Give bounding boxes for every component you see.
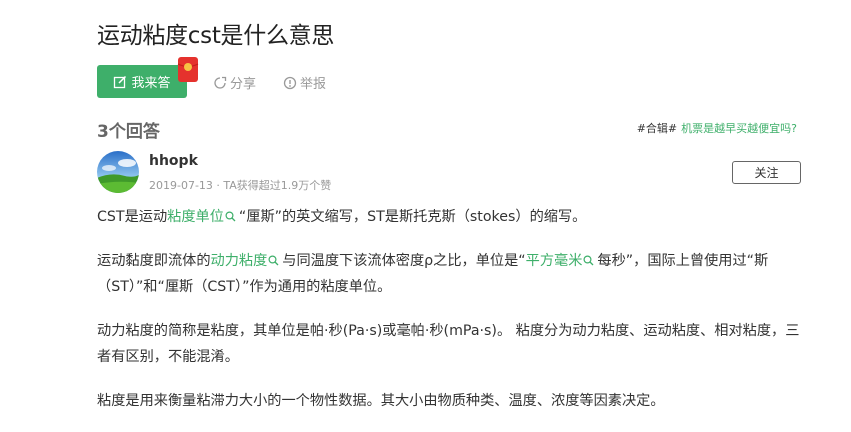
text-span: 运动黏度即流体的 [97, 253, 211, 269]
keyword-text: 动力粘度 [210, 253, 268, 269]
text-span: 与同温度下该流体密度ρ之比，单位是“ [282, 253, 526, 269]
share-icon [214, 76, 227, 89]
answer-button[interactable]: 我来答 [97, 65, 187, 98]
topic-link-text: 机票是越早买越便宜吗? [681, 122, 797, 135]
search-icon [225, 211, 236, 222]
text-span: CST是运动 [97, 209, 168, 225]
answer-paragraph: 粘度是用来衡量粘滞力大小的一个物性数据。其大小由物质种类、温度、浓度等因素决定。 [97, 393, 665, 409]
answer-paragraph: 运动黏度即流体的动力粘度 与同温度下该流体密度ρ之比，单位是“平方毫米 每秒”，国际… [97, 248, 807, 300]
avatar-image [97, 151, 139, 193]
report-icon [283, 76, 297, 89]
answer-paragraph: 动力粘度的简称是粘度，其单位是帕·秒(Pa·s)或毫帕·秒(mPa·s)。 粘度… [97, 323, 800, 365]
answer-content: CST是运动粘度单位 “厘斯”的英文缩写，ST是斯托克斯（stokes）的缩写。 … [97, 204, 807, 432]
keyword-text: 平方毫米 [525, 253, 583, 269]
report-button[interactable]: 举报 [283, 73, 326, 92]
follow-button[interactable]: 关注 [732, 161, 801, 184]
answer-button-label: 我来答 [131, 76, 171, 91]
username[interactable]: hhopk [149, 153, 198, 169]
search-icon [583, 255, 594, 266]
keyword-link[interactable]: 粘度单位 [167, 209, 239, 225]
edit-icon [114, 75, 127, 88]
topic-link[interactable]: #合辑# 机票是越早买越便宜吗? [637, 120, 797, 136]
keyword-text: 粘度单位 [167, 209, 224, 225]
share-label: 分享 [230, 77, 257, 92]
search-icon [268, 255, 279, 266]
report-label: 举报 [300, 77, 327, 92]
red-packet-icon [177, 57, 199, 82]
answer-count: 3个回答 [97, 122, 160, 142]
page-title: 运动粘度cst是什么意思 [97, 23, 335, 49]
answer-meta: 2019-07-13 · TA获得超过1.9万个赞 [149, 179, 332, 192]
topic-tag: #合辑# [636, 122, 678, 135]
avatar[interactable] [97, 151, 139, 193]
share-button[interactable]: 分享 [213, 73, 256, 92]
text-span: “厘斯”的英文缩写，ST是斯托克斯（stokes）的缩写。 [238, 209, 587, 225]
answer-paragraph: CST是运动粘度单位 “厘斯”的英文缩写，ST是斯托克斯（stokes）的缩写。 [97, 204, 807, 230]
keyword-link[interactable]: 动力粘度 [211, 253, 283, 269]
keyword-link[interactable]: 平方毫米 [526, 253, 598, 269]
